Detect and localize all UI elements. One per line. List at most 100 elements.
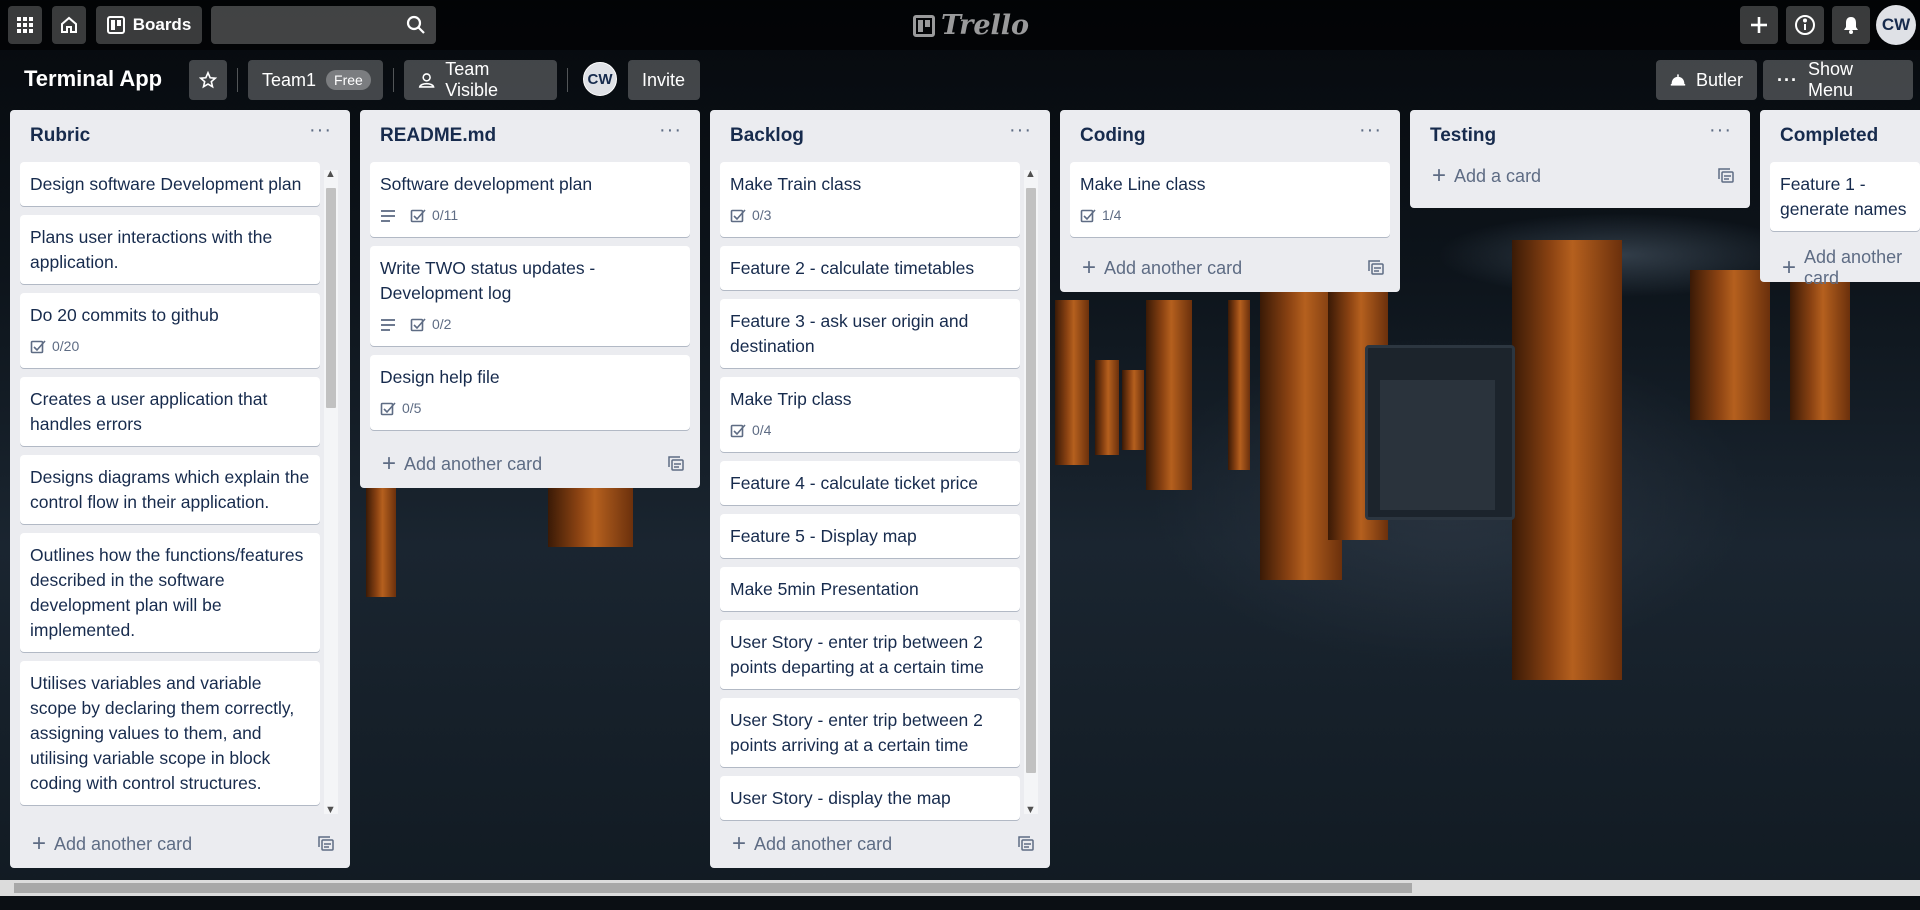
apps-button[interactable]	[8, 6, 42, 44]
search-input[interactable]	[211, 6, 436, 44]
card[interactable]: Write TWO status updates - Development l…	[370, 246, 690, 346]
more-dots-icon[interactable]: ···	[309, 120, 332, 162]
card[interactable]: User Story - enter trip between 2 points…	[720, 620, 1020, 689]
card-title: Make Line class	[1080, 174, 1206, 194]
notifications-button[interactable]	[1832, 6, 1870, 44]
search-icon[interactable]	[406, 15, 426, 35]
checkbox-icon	[410, 317, 426, 333]
card-list: Make Line class 1/4	[1060, 162, 1400, 246]
invite-button[interactable]: Invite	[628, 60, 700, 100]
checkbox-icon	[380, 401, 396, 417]
scrollbar-thumb[interactable]	[326, 188, 336, 408]
visibility-button[interactable]: Team Visible	[404, 59, 557, 100]
card-title: Make Trip class	[730, 389, 852, 409]
list-vertical-scrollbar[interactable]: ▲ ▼	[1024, 168, 1038, 816]
add-card-label-group: + Add another card	[1082, 256, 1242, 280]
card-title: Plans user interactions with the applica…	[30, 227, 273, 272]
card-template-icon[interactable]	[1718, 168, 1734, 184]
add-card-button[interactable]: + Add another card	[10, 822, 350, 866]
card-badges: 0/20	[30, 334, 310, 359]
add-card-button[interactable]: + Add another card	[360, 442, 700, 486]
home-button[interactable]	[52, 6, 86, 44]
card-template-icon[interactable]	[668, 456, 684, 472]
butler-button[interactable]: Butler	[1656, 60, 1757, 100]
card[interactable]: Utilises variables and variable scope by…	[20, 661, 320, 805]
list-header: README.md ···	[360, 110, 700, 162]
list-coding: Coding ··· Make Line class 1/4 + Add another …	[1060, 110, 1400, 292]
list-testing: Testing ··· + Add a card	[1410, 110, 1750, 208]
checklist-count: 1/4	[1102, 207, 1122, 223]
team-name: Team1	[262, 69, 317, 90]
trello-logo[interactable]: Trello	[913, 10, 1029, 41]
card[interactable]: Make Train class 0/3	[720, 162, 1020, 237]
scrollbar-thumb[interactable]	[14, 883, 1412, 893]
list-title[interactable]: Completed	[1780, 125, 1878, 162]
list-header: Coding ···	[1060, 110, 1400, 162]
card[interactable]: User Story - display the map	[720, 776, 1020, 820]
card[interactable]: Make 5min Presentation	[720, 567, 1020, 611]
scrollbar-thumb[interactable]	[1026, 188, 1036, 773]
add-card-button[interactable]: + Add another card	[1760, 246, 1920, 290]
scroll-down-arrow-icon[interactable]: ▼	[325, 804, 336, 816]
board-title[interactable]: Terminal App	[24, 66, 162, 92]
card[interactable]: Do 20 commits to github 0/20	[20, 293, 320, 368]
butler-bell-icon	[1670, 74, 1686, 86]
card[interactable]: User Story - enter trip between 2 points…	[720, 698, 1020, 767]
search-box[interactable]	[211, 6, 436, 44]
more-dots-icon[interactable]: ···	[1709, 120, 1732, 162]
scroll-down-arrow-icon[interactable]: ▼	[1025, 804, 1036, 816]
user-avatar[interactable]: CW	[1876, 5, 1916, 45]
more-dots-icon[interactable]: ···	[1359, 120, 1382, 162]
card[interactable]: Design help file 0/5	[370, 355, 690, 430]
member-avatar[interactable]: CW	[583, 62, 617, 96]
separator	[393, 68, 394, 92]
card[interactable]: Feature 5 - Display map	[720, 514, 1020, 558]
card-title: Outlines how the functions/features desc…	[30, 545, 304, 640]
butler-label: Butler	[1695, 69, 1743, 90]
card-title: Make 5min Presentation	[730, 579, 919, 599]
list-title[interactable]: README.md	[380, 125, 496, 162]
star-button[interactable]	[189, 60, 227, 100]
boards-button[interactable]: Boards	[96, 6, 202, 44]
team-button[interactable]: Team1 Free	[248, 60, 383, 100]
create-button[interactable]	[1740, 6, 1778, 44]
list-vertical-scrollbar[interactable]: ▲ ▼	[324, 168, 338, 816]
house-icon	[61, 16, 77, 33]
card-title: Feature 3 - ask user origin and destinat…	[730, 311, 969, 356]
separator	[567, 68, 568, 92]
list-backlog: Backlog ··· Make Train class 0/3 Feature 2 -…	[710, 110, 1050, 868]
list-title[interactable]: Testing	[1430, 125, 1496, 162]
board-icon	[106, 16, 125, 34]
card-list: Design software Development plan Plans us…	[10, 162, 350, 822]
add-card-button[interactable]: + Add another card	[1060, 246, 1400, 290]
card[interactable]: Feature 3 - ask user origin and destinat…	[720, 299, 1020, 368]
card-template-icon[interactable]	[1018, 836, 1034, 852]
more-dots-icon[interactable]: ···	[659, 120, 682, 162]
add-card-label-group: + Add a card	[1432, 164, 1541, 188]
card[interactable]: Designs diagrams which explain the contr…	[20, 455, 320, 524]
card[interactable]: Design software Development plan	[20, 162, 320, 206]
card[interactable]: Feature 4 - calculate ticket price	[720, 461, 1020, 505]
checklist-count: 0/20	[52, 338, 80, 354]
card[interactable]: Feature 2 - calculate timetables	[720, 246, 1020, 290]
scroll-up-arrow-icon[interactable]: ▲	[325, 168, 336, 180]
board-horizontal-scrollbar[interactable]	[0, 880, 1920, 896]
add-card-button[interactable]: + Add another card	[710, 822, 1050, 866]
card[interactable]: Creates a user application that handles …	[20, 377, 320, 446]
more-dots-icon[interactable]: ···	[1009, 120, 1032, 162]
list-title[interactable]: Coding	[1080, 125, 1145, 162]
card[interactable]: Outlines how the functions/features desc…	[20, 533, 320, 652]
card-template-icon[interactable]	[1368, 260, 1384, 276]
card[interactable]: Plans user interactions with the applica…	[20, 215, 320, 284]
show-menu-button[interactable]: ··· Show Menu	[1763, 59, 1913, 100]
list-title[interactable]: Backlog	[730, 125, 804, 162]
card[interactable]: Make Trip class 0/4	[720, 377, 1020, 452]
card[interactable]: Software development plan 0/11	[370, 162, 690, 237]
card-template-icon[interactable]	[318, 836, 334, 852]
checkbox-icon	[730, 423, 746, 439]
list-title[interactable]: Rubric	[30, 125, 90, 162]
card[interactable]: Feature 1 - generate names	[1770, 162, 1920, 231]
scroll-up-arrow-icon[interactable]: ▲	[1025, 168, 1036, 180]
info-button[interactable]	[1786, 6, 1824, 44]
card[interactable]: Make Line class 1/4	[1070, 162, 1390, 237]
